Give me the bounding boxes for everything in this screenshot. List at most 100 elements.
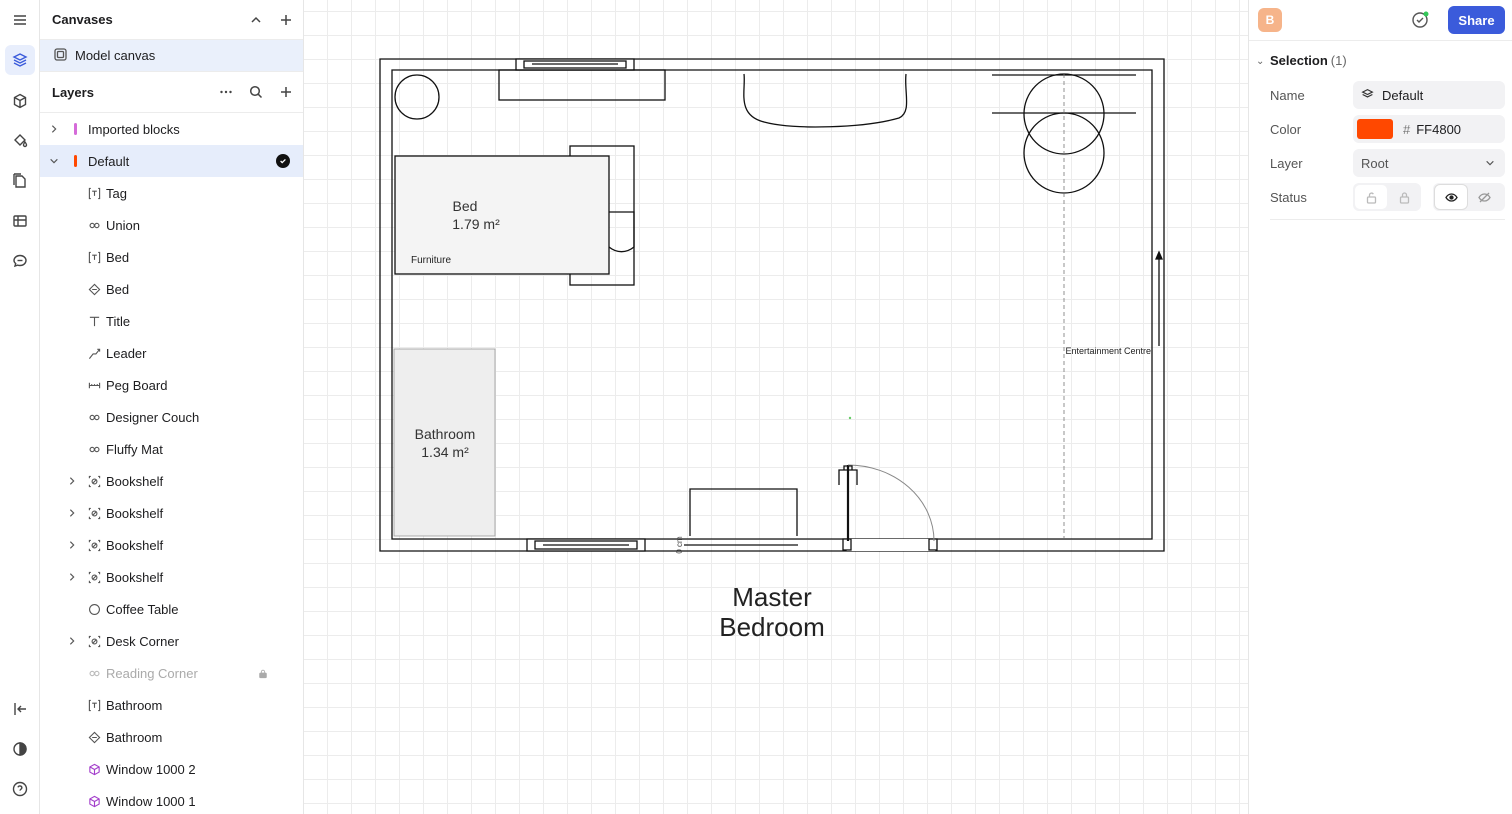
layer-row[interactable]: Leader	[40, 337, 303, 369]
selection-count: (1)	[1330, 53, 1347, 68]
leader-icon	[87, 346, 101, 360]
chevron-right-icon[interactable]	[48, 123, 60, 135]
layer-row[interactable]: Tag	[40, 177, 303, 209]
layer-label: Leader	[106, 346, 147, 361]
selection-section-title[interactable]: Selection (1)	[1270, 53, 1347, 68]
bed-room-area: 1.79 m²	[452, 216, 500, 232]
layer-row[interactable]: Coffee Table	[40, 593, 303, 625]
collapse-panel-icon[interactable]	[5, 694, 35, 724]
left-rail	[0, 0, 40, 814]
canvases-header: Canvases	[40, 0, 303, 40]
layer-row[interactable]: Union	[40, 209, 303, 241]
chevron-right-icon[interactable]	[66, 507, 78, 519]
eye-icon[interactable]	[1435, 185, 1467, 209]
search-icon[interactable]	[246, 82, 266, 102]
layer-row[interactable]: Desk Corner	[40, 625, 303, 657]
entertainment-label: Entertainment Centre	[1065, 346, 1151, 356]
share-button[interactable]: Share	[1448, 6, 1505, 34]
divider	[1249, 40, 1512, 41]
color-swatch[interactable]	[1357, 119, 1393, 139]
floor-plan[interactable]: Bed 1.79 m² Furniture Bathroom 1.34 m² E…	[304, 0, 1248, 814]
table-icon[interactable]	[5, 206, 35, 236]
layer-row[interactable]: Bed	[40, 273, 303, 305]
inner-wall	[391, 69, 1153, 540]
name-label: Name	[1270, 88, 1305, 103]
layer-row[interactable]: Bathroom	[40, 689, 303, 721]
layer-label: Bookshelf	[106, 570, 164, 585]
layer-row[interactable]: Title	[40, 305, 303, 337]
inspector-panel: B Share ⌄ Selection (1) Name Default Colo…	[1248, 0, 1512, 814]
layer-row[interactable]: Window 1000 1	[40, 785, 303, 814]
layer-row[interactable]: Peg Board	[40, 369, 303, 401]
paint-bucket-icon[interactable]	[5, 126, 35, 156]
chevron-up-icon[interactable]	[246, 10, 266, 30]
lock-icon[interactable]	[1387, 183, 1421, 211]
layer-row[interactable]: Window 1000 2	[40, 753, 303, 785]
chevron-down-icon[interactable]: ⌄	[1256, 56, 1264, 67]
layer-row[interactable]: Default	[40, 145, 303, 177]
layer-label: Title	[106, 314, 131, 329]
layer-row[interactable]: Bookshelf	[40, 497, 303, 529]
tag-icon	[87, 186, 101, 200]
sync-status-icon[interactable]	[1410, 10, 1430, 30]
layer-row[interactable]: Bookshelf	[40, 529, 303, 561]
chevron-right-icon[interactable]	[66, 571, 78, 583]
help-icon[interactable]	[5, 774, 35, 804]
unlock-icon[interactable]	[1355, 185, 1387, 209]
canvases-title: Canvases	[52, 12, 113, 27]
drawing-canvas[interactable]: Bed 1.79 m² Furniture Bathroom 1.34 m² E…	[304, 0, 1248, 814]
add-layer-icon[interactable]	[276, 82, 296, 102]
lock-icon[interactable]	[258, 667, 268, 682]
layer-label: Bathroom	[106, 698, 163, 713]
canvas-item-model[interactable]: Model canvas	[40, 40, 303, 72]
layer-row[interactable]: Reading Corner	[40, 657, 303, 689]
name-value: Default	[1382, 87, 1424, 103]
comment-icon[interactable]	[5, 246, 35, 276]
layer-row[interactable]: Bookshelf	[40, 561, 303, 593]
layer-select[interactable]: Root	[1353, 149, 1505, 177]
designer-couch	[743, 73, 908, 128]
more-icon[interactable]	[216, 82, 236, 102]
tag-icon	[87, 250, 101, 264]
window-cube-icon	[87, 794, 101, 808]
layers-icon[interactable]	[5, 45, 35, 75]
chevron-down-icon[interactable]	[48, 155, 60, 167]
layer-row[interactable]: Designer Couch	[40, 401, 303, 433]
contrast-icon[interactable]	[5, 734, 35, 764]
avatar[interactable]: B	[1258, 8, 1282, 32]
union-icon	[87, 666, 101, 680]
eye-off-icon[interactable]	[1467, 183, 1501, 211]
selection-title: Selection	[1270, 53, 1328, 68]
bathroom-area	[393, 348, 496, 537]
check-icon[interactable]	[276, 154, 290, 168]
block-icon	[87, 506, 101, 520]
cube-icon[interactable]	[5, 86, 35, 116]
layer-label: Bed	[106, 282, 130, 297]
layer-label: Window 1000 2	[106, 762, 196, 777]
layer-row[interactable]: Bathroom	[40, 721, 303, 753]
layers-icon	[1361, 88, 1375, 102]
layer-label: Fluffy Mat	[106, 442, 163, 457]
block-icon	[87, 570, 101, 584]
layer-row[interactable]: Bed	[40, 241, 303, 273]
chevron-right-icon[interactable]	[66, 635, 78, 647]
pages-icon[interactable]	[5, 166, 35, 196]
layer-label: Designer Couch	[106, 410, 200, 425]
color-label: Color	[1270, 122, 1302, 137]
area-icon	[87, 730, 101, 744]
status-label: Status	[1270, 190, 1307, 205]
menu-icon[interactable]	[5, 5, 35, 35]
dimension-icon	[87, 378, 101, 392]
add-canvas-icon[interactable]	[276, 10, 296, 30]
layer-row[interactable]: Imported blocks	[40, 113, 303, 145]
plan-title-line2: Bedroom	[719, 612, 825, 642]
chevron-right-icon[interactable]	[66, 475, 78, 487]
layer-row[interactable]: Fluffy Mat	[40, 433, 303, 465]
layer-row[interactable]: Bookshelf	[40, 465, 303, 497]
furniture-tag: Furniture	[411, 255, 451, 266]
layer-color-bar	[74, 123, 77, 135]
chevron-right-icon[interactable]	[66, 539, 78, 551]
app-root: Canvases Model canvas Layers Imported bl…	[0, 0, 1512, 814]
name-field[interactable]: Default	[1353, 81, 1505, 109]
circle-icon	[87, 602, 101, 616]
